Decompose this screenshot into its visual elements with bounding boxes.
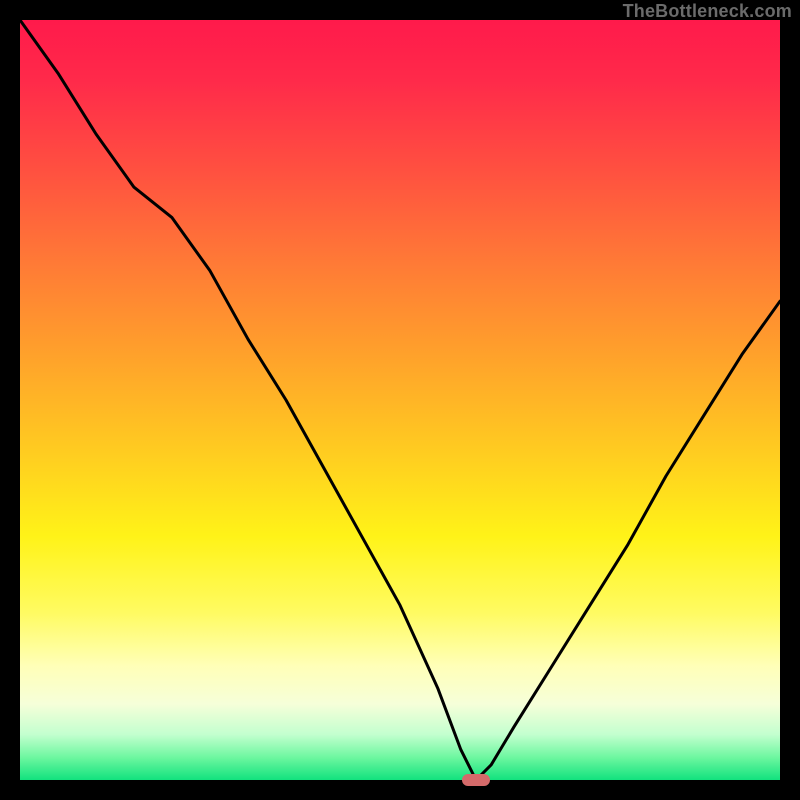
bottleneck-curve — [20, 20, 780, 780]
plot-area — [20, 20, 780, 780]
watermark-text: TheBottleneck.com — [623, 2, 792, 20]
minimum-marker — [462, 774, 490, 786]
chart-stage: TheBottleneck.com — [0, 0, 800, 800]
curve-svg — [20, 20, 780, 780]
